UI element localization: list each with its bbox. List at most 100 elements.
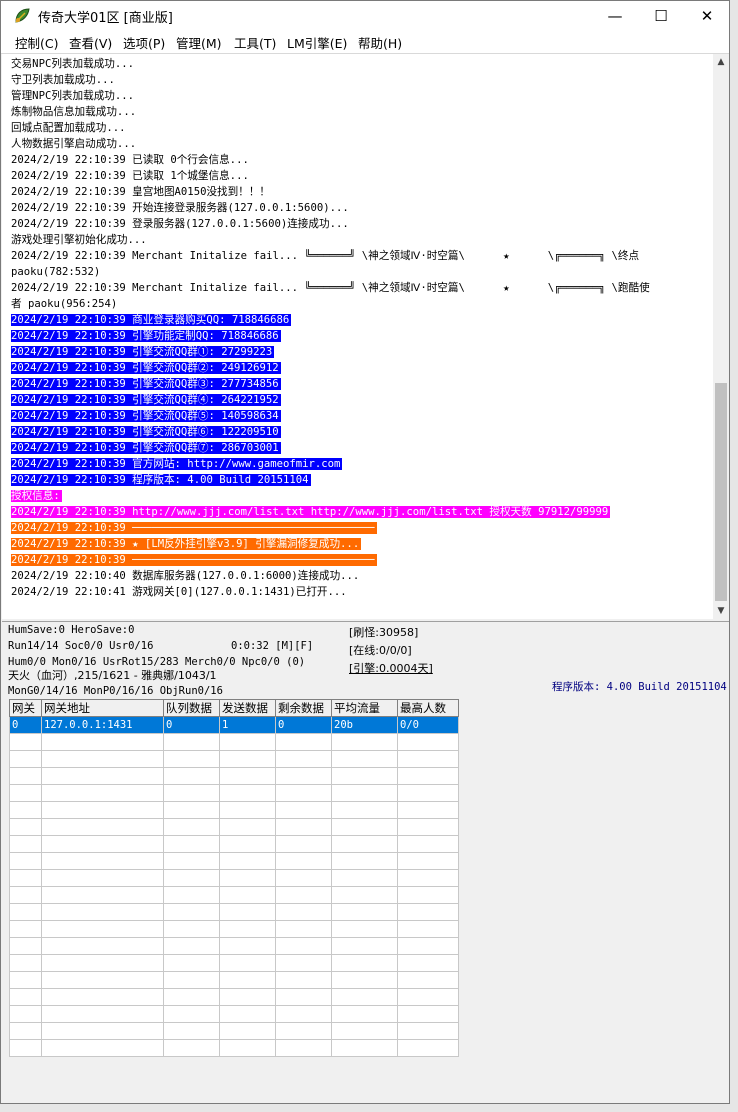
table-cell (275, 750, 332, 768)
table-row-empty[interactable] (9, 937, 459, 955)
log-line-text: paoku(782:532) (11, 266, 101, 278)
table-cell (331, 733, 398, 751)
table-row[interactable]: 0 127.0.0.1:1431 0 1 0 20b 0/0 (9, 716, 459, 734)
log-line-text: 2024/2/19 22:10:39 http://www.jjj.com/li… (11, 506, 611, 518)
table-cell: 127.0.0.1:1431 (41, 716, 164, 734)
table-cell (397, 920, 459, 938)
table-row-empty[interactable] (9, 886, 459, 904)
status-panel: HumSave:0 HeroSave:0 Run14/14 Soc0/0 Usr… (2, 621, 729, 698)
log-line-text: 2024/2/19 22:10:41 游戏网关[0](127.0.0.1:143… (11, 586, 347, 598)
scroll-up-arrow-icon[interactable]: ▲ (713, 54, 729, 70)
menu-view[interactable]: 查看(V) (69, 33, 112, 52)
log-line: 2024/2/19 22:10:39 Merchant Initalize fa… (11, 248, 641, 264)
table-cell (41, 954, 164, 972)
column-header[interactable]: 发送数据 (219, 699, 276, 717)
gateway-table[interactable]: 网关 网关地址 队列数据 发送数据 剩余数据 平均流量 最高人数 0 127.0.0.1:14… (9, 699, 459, 1057)
column-header[interactable]: 网关地址 (41, 699, 164, 717)
table-cell (9, 971, 42, 989)
log-line: 2024/2/19 22:10:39 皇宫地图A0150没找到！！！ (11, 184, 272, 200)
table-row-empty[interactable] (9, 920, 459, 938)
log-line-text: 2024/2/19 22:10:39 登录服务器(127.0.0.1:5600)… (11, 218, 349, 230)
table-cell (219, 767, 276, 785)
log-line: paoku(782:532) (11, 264, 102, 280)
log-line-text: 2024/2/19 22:10:39 引擎交流QQ群⑤: 140598634 (11, 410, 281, 422)
table-cell (331, 886, 398, 904)
table-row-empty[interactable] (9, 801, 459, 819)
menu-help[interactable]: 帮助(H) (358, 33, 402, 52)
table-row-empty[interactable] (9, 852, 459, 870)
table-row-empty[interactable] (9, 869, 459, 887)
table-cell (275, 733, 332, 751)
table-cell: 0/0 (397, 716, 459, 734)
table-cell (41, 1039, 164, 1057)
log-line: 2024/2/19 22:10:39 引擎功能定制QQ: 718846686 (11, 328, 281, 344)
status-save: HumSave:0 HeroSave:0 (8, 624, 135, 636)
table-row-empty[interactable] (9, 988, 459, 1006)
menu-options[interactable]: 选项(P) (123, 33, 165, 52)
table-row-empty[interactable] (9, 1022, 459, 1040)
log-line: 授权信息: (11, 488, 62, 504)
maximize-button[interactable]: ☐ (638, 1, 684, 31)
log-line: 2024/2/19 22:10:39 已读取 0个行会信息... (11, 152, 251, 168)
column-header[interactable]: 最高人数 (397, 699, 459, 717)
table-cell (41, 903, 164, 921)
menu-control[interactable]: 控制(C) (15, 33, 58, 52)
table-row-empty[interactable] (9, 784, 459, 802)
table-row-empty[interactable] (9, 835, 459, 853)
table-row-empty[interactable] (9, 818, 459, 836)
table-cell (331, 1022, 398, 1040)
minimize-button[interactable]: — (592, 1, 638, 31)
scroll-thumb[interactable] (715, 383, 727, 601)
log-line-text: 2024/2/19 22:10:39 程序版本: 4.00 Build 2015… (11, 474, 311, 486)
table-cell (41, 1005, 164, 1023)
log-line-text: 2024/2/19 22:10:39 Merchant Initalize fa… (11, 282, 650, 294)
column-header[interactable]: 网关 (9, 699, 42, 717)
table-row-empty[interactable] (9, 1005, 459, 1023)
scroll-down-arrow-icon[interactable]: ▼ (713, 603, 729, 619)
log-line: 炼制物品信息加载成功... (11, 104, 138, 120)
table-row-empty[interactable] (9, 733, 459, 751)
log-line: 2024/2/19 22:10:39 引擎交流QQ群③: 277734856 (11, 376, 281, 392)
column-header[interactable]: 剩余数据 (275, 699, 332, 717)
log-line: 游戏处理引擎初始化成功... (11, 232, 149, 248)
log-scrollbar[interactable]: ▲ ▼ (713, 54, 729, 619)
menu-manage[interactable]: 管理(M) (176, 33, 222, 52)
menu-tools[interactable]: 工具(T) (234, 33, 276, 52)
table-cell (331, 937, 398, 955)
table-cell (331, 903, 398, 921)
log-line-text: 2024/2/19 22:10:39 皇宫地图A0150没找到！！！ (11, 186, 271, 198)
table-row-empty[interactable] (9, 954, 459, 972)
table-row-empty[interactable] (9, 971, 459, 989)
log-line: 2024/2/19 22:10:39 商业登录器购买QQ: 718846686 (11, 312, 292, 328)
table-cell (397, 801, 459, 819)
table-row-empty[interactable] (9, 1039, 459, 1057)
log-line-text: 人物数据引擎启动成功... (11, 138, 137, 150)
title-bar[interactable]: 传奇大学01区 [商业版] — ☐ ✕ (1, 1, 729, 31)
table-cell (219, 1039, 276, 1057)
table-cell (275, 818, 332, 836)
table-cell (219, 835, 276, 853)
column-header[interactable]: 队列数据 (163, 699, 220, 717)
close-button[interactable]: ✕ (684, 1, 730, 31)
table-cell (163, 903, 220, 921)
table-row-empty[interactable] (9, 903, 459, 921)
table-row-empty[interactable] (9, 767, 459, 785)
status-counts: Hum0/0 Mon0/16 UsrRot15/283 Merch0/0 Npc… (8, 656, 306, 668)
table-cell (331, 869, 398, 887)
table-cell (219, 869, 276, 887)
table-cell (41, 937, 164, 955)
table-cell (41, 852, 164, 870)
log-line-text: 2024/2/19 22:10:39 引擎功能定制QQ: 718846686 (11, 330, 281, 342)
log-line: 守卫列表加载成功... (11, 72, 117, 88)
status-monsters: MonG0/14/16 MonP0/16/16 ObjRun0/16 (8, 685, 223, 697)
table-cell (331, 1005, 398, 1023)
table-cell (9, 954, 42, 972)
table-cell (331, 971, 398, 989)
table-cell (9, 988, 42, 1006)
log-panel[interactable]: 交易NPC列表加载成功... 守卫列表加载成功... 管理NPC列表加载成功... 炼… (2, 54, 713, 619)
table-row-empty[interactable] (9, 750, 459, 768)
menu-lm-engine[interactable]: LM引擎(E) (287, 33, 347, 52)
table-cell (331, 801, 398, 819)
background-window-edge-bottom (0, 1104, 738, 1112)
column-header[interactable]: 平均流量 (331, 699, 398, 717)
